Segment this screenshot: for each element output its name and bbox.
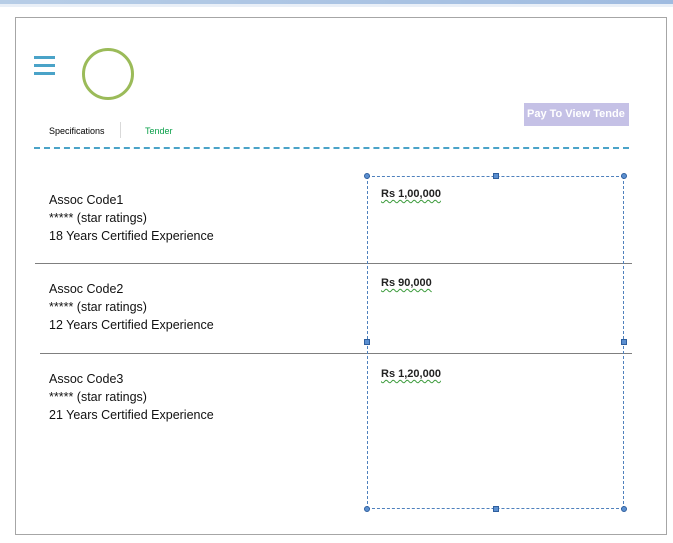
assoc-rating: ***** (star ratings) [49, 211, 147, 225]
resize-handle[interactable] [621, 173, 627, 179]
assoc-rating: ***** (star ratings) [49, 390, 147, 404]
resize-handle[interactable] [621, 506, 627, 512]
pay-to-view-tender-button[interactable]: Pay To View Tende [524, 103, 629, 126]
assoc-code: Assoc Code2 [49, 282, 124, 296]
price-selection-box[interactable] [367, 176, 624, 509]
resize-handle[interactable] [364, 506, 370, 512]
assoc-experience: 18 Years Certified Experience [49, 229, 214, 243]
list-item-assoc-3: Assoc Code3 ***** (star ratings) 21 Year… [49, 370, 214, 424]
list-item-assoc-2: Assoc Code2 ***** (star ratings) 12 Year… [49, 280, 214, 334]
resize-handle[interactable] [364, 173, 370, 179]
assoc-code: Assoc Code3 [49, 372, 124, 386]
tab-tender[interactable]: Tender [145, 126, 173, 137]
window-top-strip-shadow [0, 4, 673, 7]
header-divider [34, 147, 629, 149]
assoc-code: Assoc Code1 [49, 193, 124, 207]
resize-handle[interactable] [493, 506, 499, 512]
list-item-assoc-1: Assoc Code1 ***** (star ratings) 18 Year… [49, 191, 214, 245]
resize-handle[interactable] [364, 339, 370, 345]
circle-logo-icon [82, 48, 134, 100]
assoc-experience: 12 Years Certified Experience [49, 318, 214, 332]
hamburger-menu-icon[interactable] [34, 56, 55, 77]
resize-handle[interactable] [493, 173, 499, 179]
assoc-rating: ***** (star ratings) [49, 300, 147, 314]
resize-handle[interactable] [621, 339, 627, 345]
tab-separator [120, 122, 121, 138]
assoc-experience: 21 Years Certified Experience [49, 408, 214, 422]
tab-specifications[interactable]: Specifications [49, 126, 105, 137]
